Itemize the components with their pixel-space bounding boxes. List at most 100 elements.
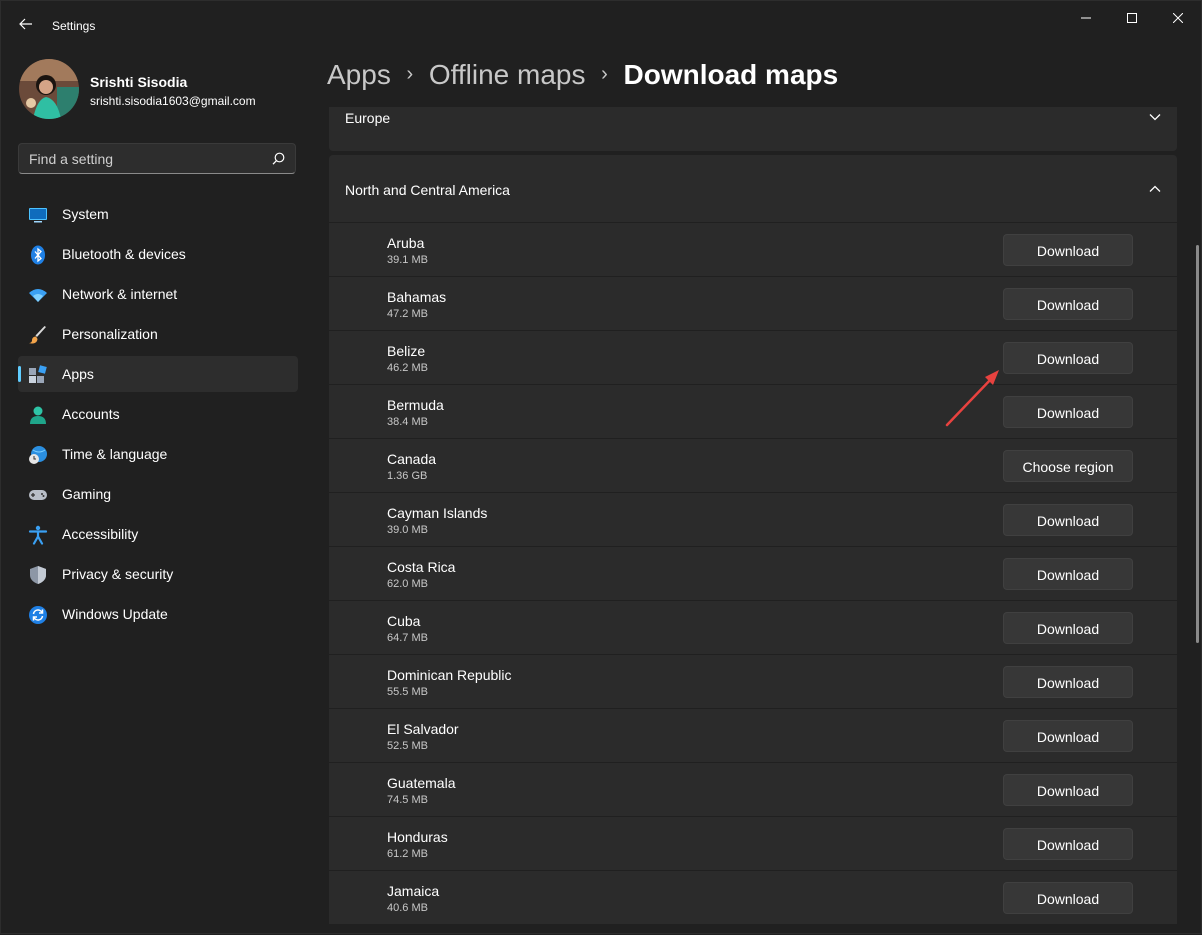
europe-section[interactable]: Europe	[329, 107, 1177, 151]
map-name: Dominican Republic	[387, 667, 512, 683]
minimize-button[interactable]	[1063, 3, 1109, 33]
download-button[interactable]: Download	[1003, 288, 1133, 320]
nav-item-network[interactable]: Network & internet	[18, 276, 298, 312]
nav-item-gaming[interactable]: Gaming	[18, 476, 298, 512]
map-name: Guatemala	[387, 775, 456, 791]
breadcrumb: Apps › Offline maps › Download maps	[327, 59, 838, 99]
map-name: Canada	[387, 451, 437, 467]
download-button[interactable]: Download	[1003, 234, 1133, 266]
search-input[interactable]: Find a setting	[18, 143, 296, 174]
nav-label: Bluetooth & devices	[62, 246, 186, 262]
list-item: Jamaica 40.6 MB Download	[329, 871, 1177, 924]
map-name: Bahamas	[387, 289, 447, 305]
map-size: 39.1 MB	[387, 254, 428, 266]
map-list: Aruba 39.1 MB Download Bahamas 47.2 MB Downl…	[329, 223, 1177, 925]
wifi-icon	[29, 289, 47, 302]
list-item: Cuba 64.7 MB Download	[329, 601, 1177, 654]
map-name: Costa Rica	[387, 559, 456, 575]
map-size: 61.2 MB	[387, 848, 428, 860]
map-size: 38.4 MB	[387, 416, 428, 428]
breadcrumb-offline-maps[interactable]: Offline maps	[429, 59, 586, 90]
map-name: Jamaica	[387, 883, 440, 899]
avatar	[19, 59, 79, 119]
list-item: Belize 46.2 MB Download	[329, 331, 1177, 384]
chevron-right-icon: ›	[601, 63, 608, 85]
bluetooth-icon	[31, 245, 45, 265]
map-name: Belize	[387, 343, 426, 359]
map-name: Cayman Islands	[387, 505, 488, 521]
nav-item-bluetooth[interactable]: Bluetooth & devices	[18, 236, 298, 272]
chevron-down-icon	[1149, 114, 1161, 121]
list-item: El Salvador 52.5 MB Download	[329, 709, 1177, 762]
nav-item-windows-update[interactable]: Windows Update	[18, 596, 298, 632]
maximize-icon	[1127, 13, 1137, 23]
chevron-right-icon: ›	[406, 63, 414, 85]
map-size: 40.6 MB	[387, 902, 428, 914]
user-name: Srishti Sisodia	[90, 74, 188, 90]
system-icon	[29, 208, 47, 223]
nav-label: Accounts	[62, 406, 120, 422]
nav-item-privacy[interactable]: Privacy & security	[18, 556, 298, 592]
download-button[interactable]: Download	[1003, 396, 1133, 428]
map-size: 52.5 MB	[387, 740, 428, 752]
map-size: 64.7 MB	[387, 632, 428, 644]
accessibility-icon	[28, 525, 48, 545]
annotation-arrow-icon	[945, 370, 999, 427]
back-button[interactable]	[13, 11, 39, 37]
nav-item-time-language[interactable]: Time & language	[18, 436, 298, 472]
breadcrumb-apps[interactable]: Apps	[327, 59, 391, 90]
download-button[interactable]: Download	[1003, 558, 1133, 590]
nav-item-system[interactable]: System	[18, 196, 298, 232]
maximize-button[interactable]	[1109, 3, 1155, 33]
user-profile[interactable]: Srishti Sisodia srishti.sisodia1603@gmai…	[19, 59, 309, 121]
download-button[interactable]: Download	[1003, 342, 1133, 374]
minimize-icon	[1081, 17, 1091, 19]
download-button[interactable]: Download	[1003, 504, 1133, 536]
accounts-icon	[30, 406, 46, 424]
map-name: Honduras	[387, 829, 448, 845]
scrollbar[interactable]	[1196, 245, 1199, 643]
download-button[interactable]: Download	[1003, 666, 1133, 698]
title-bar: Settings	[1, 1, 1202, 49]
north-central-america-section[interactable]: North and Central America	[329, 155, 1177, 222]
nav-label: Network & internet	[62, 286, 178, 302]
nav-item-accounts[interactable]: Accounts	[18, 396, 298, 432]
list-item: Aruba 39.1 MB Download	[329, 223, 1177, 276]
nav-item-apps[interactable]: Apps	[18, 356, 298, 392]
map-size: 46.2 MB	[387, 362, 428, 374]
list-item: Costa Rica 62.0 MB Download	[329, 547, 1177, 600]
section-title-europe: Europe	[345, 110, 391, 126]
map-size: 74.5 MB	[387, 794, 428, 806]
download-button[interactable]: Download	[1003, 774, 1133, 806]
nav-label: Apps	[62, 366, 94, 382]
user-email: srishti.sisodia1603@gmail.com	[90, 94, 256, 108]
download-button[interactable]: Download	[1003, 720, 1133, 752]
close-icon	[1173, 13, 1183, 23]
map-name: Aruba	[387, 235, 425, 251]
list-item: Canada 1.36 GB Choose region	[329, 439, 1177, 492]
nav-label: Time & language	[62, 446, 168, 462]
nav-item-personalization[interactable]: Personalization	[18, 316, 298, 352]
settings-window: Settings Srishti Sisodia srishti.sisodia…	[0, 0, 1202, 934]
search-icon	[272, 152, 285, 165]
sidebar-nav: System Bluetooth & devices Network & int…	[18, 196, 298, 636]
nav-label: Accessibility	[62, 526, 139, 542]
main-content: Europe North and Central America Aruba 39…	[329, 107, 1177, 935]
search-placeholder: Find a setting	[29, 151, 114, 167]
nav-item-accessibility[interactable]: Accessibility	[18, 516, 298, 552]
map-name: El Salvador	[387, 721, 459, 737]
nav-label: Gaming	[62, 486, 112, 502]
download-button[interactable]: Download	[1003, 882, 1133, 914]
map-name: Cuba	[387, 613, 421, 629]
close-button[interactable]	[1155, 3, 1201, 33]
apps-icon	[29, 365, 47, 383]
download-button[interactable]: Download	[1003, 828, 1133, 860]
map-size: 39.0 MB	[387, 524, 428, 536]
map-name: Bermuda	[387, 397, 444, 413]
controller-icon	[29, 490, 47, 500]
brush-icon	[29, 326, 46, 344]
download-button[interactable]: Download	[1003, 612, 1133, 644]
choose-region-button[interactable]: Choose region	[1003, 450, 1133, 482]
chevron-up-icon	[1149, 185, 1161, 192]
back-arrow-icon	[19, 18, 32, 30]
